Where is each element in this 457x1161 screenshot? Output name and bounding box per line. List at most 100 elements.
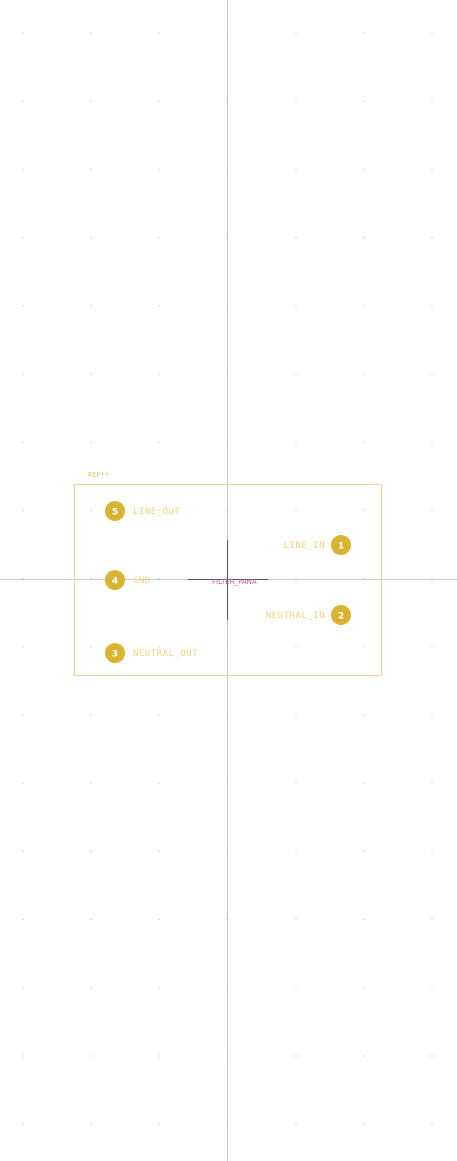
grid-dot [158, 1123, 160, 1125]
pad-5-number: 5 [112, 508, 118, 518]
grid-dot [295, 987, 297, 989]
grid-dot [90, 1055, 92, 1057]
pad-4[interactable]: 4 [105, 570, 125, 590]
pad-2-label: NEUTRAL_IN [266, 611, 325, 621]
grid-dot [295, 168, 297, 170]
grid-dot [22, 919, 24, 921]
grid-dot [22, 646, 24, 648]
grid-dot [363, 919, 365, 921]
grid-dot [295, 782, 297, 784]
grid-dot [363, 168, 365, 170]
grid-dot [431, 919, 433, 921]
grid-dot [22, 168, 24, 170]
grid-dot [90, 646, 92, 648]
grid-dot [90, 509, 92, 511]
grid-dot [431, 373, 433, 375]
grid-dot [431, 987, 433, 989]
grid-dot [295, 373, 297, 375]
grid-dot [363, 850, 365, 853]
grid-dot [363, 782, 365, 784]
pad-1-number: 1 [338, 542, 344, 552]
grid-dot [363, 1055, 365, 1057]
grid-dot [22, 100, 24, 102]
grid-dot [158, 1055, 160, 1057]
grid-dot [22, 782, 24, 784]
grid-dot [363, 509, 365, 511]
pad-4-label: GND [133, 576, 151, 586]
grid-dot [363, 987, 365, 989]
grid-dot [158, 441, 160, 443]
grid-dot [363, 237, 365, 239]
grid-dot [295, 237, 297, 239]
grid-dot [295, 919, 297, 921]
grid-dot [158, 100, 160, 102]
pad-2-number: 2 [338, 612, 344, 622]
grid-dot [431, 1123, 433, 1125]
grid-dot [158, 714, 160, 716]
grid-dot [363, 32, 365, 34]
grid-dot [431, 509, 433, 511]
grid-dot [363, 373, 365, 375]
grid-dot [22, 1123, 24, 1125]
grid-dot [295, 509, 297, 511]
pad-1-label: LINE_IN [284, 541, 325, 551]
value-label: FILTER_PANA [212, 578, 257, 586]
grid-dot [158, 168, 160, 170]
grid-dot [158, 646, 160, 648]
grid-dot [22, 509, 24, 511]
grid-dot [90, 168, 92, 170]
grid-dot [295, 850, 297, 853]
grid-dot [22, 32, 24, 34]
grid-dot [158, 919, 160, 921]
grid-dot [22, 850, 24, 853]
grid-dot [295, 305, 297, 307]
grid-dot [431, 850, 433, 853]
pad-4-number: 4 [112, 577, 118, 587]
grid-dot [431, 646, 433, 648]
grid-dot [90, 305, 92, 307]
pad-5-label: LINE_OUT [133, 507, 180, 517]
pad-1[interactable]: 1 [331, 535, 351, 555]
grid-dot [363, 646, 365, 648]
grid-dot [431, 168, 433, 170]
grid-dot [363, 714, 365, 716]
grid-dot [90, 987, 92, 989]
grid-dot [295, 646, 297, 648]
pad-5[interactable]: 5 [105, 501, 125, 521]
pad-2[interactable]: 2 [331, 605, 351, 625]
grid-dot [22, 237, 24, 239]
grid-dot [158, 987, 160, 989]
pad-3[interactable]: 3 [105, 643, 125, 663]
grid-dot [22, 714, 24, 716]
pcb-footprint-canvas[interactable]: REF** FILTER_PANA 5 LINE_OUT 1 LINE_IN 4… [0, 0, 457, 1161]
grid-dot [90, 850, 92, 853]
grid-dot [22, 987, 24, 989]
grid-dot [90, 1123, 92, 1125]
grid-dot [295, 100, 297, 102]
grid-dot [431, 1055, 433, 1057]
grid-dot [90, 373, 92, 375]
grid-dot [22, 305, 24, 307]
grid-dot [158, 850, 160, 853]
grid-dot [90, 32, 92, 34]
grid-dot [158, 373, 160, 375]
grid-dot [90, 100, 92, 102]
pad-3-label: NEUTRAL_OUT [133, 649, 198, 659]
grid-dot [90, 919, 92, 921]
grid-dot [295, 1055, 297, 1057]
pad-3-number: 3 [112, 650, 118, 660]
grid-dot [158, 237, 160, 239]
grid-dot [158, 305, 160, 307]
grid-dot [431, 100, 433, 102]
grid-dot [22, 441, 24, 443]
grid-dot [431, 237, 433, 239]
grid-dot [90, 237, 92, 239]
grid-dot [431, 782, 433, 784]
grid-dot [295, 441, 297, 443]
grid-dot [431, 32, 433, 34]
grid-dot [295, 714, 297, 716]
grid-dot [90, 714, 92, 716]
grid-dot [431, 714, 433, 716]
grid-dot [363, 305, 365, 307]
grid-dot [22, 373, 24, 375]
